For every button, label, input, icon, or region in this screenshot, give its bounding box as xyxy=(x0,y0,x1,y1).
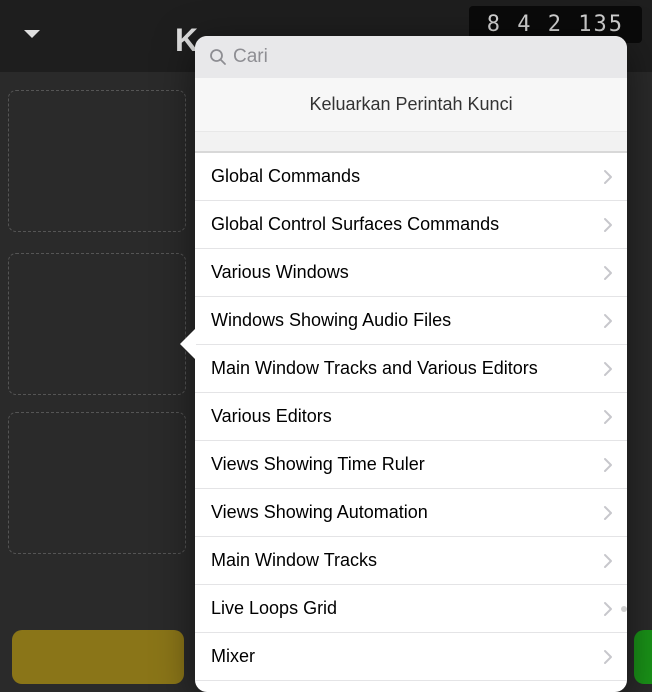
chevron-right-icon xyxy=(603,217,613,233)
key-commands-popover: Keluarkan Perintah Kunci Global Commands… xyxy=(195,36,627,692)
menu-item-label: Various Windows xyxy=(211,262,349,283)
menu-item-main-window-tracks[interactable]: Main Window Tracks xyxy=(195,537,627,585)
track-button-green[interactable] xyxy=(634,630,652,684)
menu-item-main-window-tracks-editors[interactable]: Main Window Tracks and Various Editors xyxy=(195,345,627,393)
chevron-right-icon xyxy=(603,265,613,281)
menu-item-label: Mixer xyxy=(211,646,255,667)
menu-item-label: Global Control Surfaces Commands xyxy=(211,214,499,235)
track-button-yellow[interactable] xyxy=(12,630,184,684)
menu-item-views-time-ruler[interactable]: Views Showing Time Ruler xyxy=(195,441,627,489)
menu-item-label: Live Loops Grid xyxy=(211,598,337,619)
chevron-right-icon xyxy=(603,169,613,185)
chevron-right-icon xyxy=(603,601,613,617)
menu-item-views-automation[interactable]: Views Showing Automation xyxy=(195,489,627,537)
chevron-right-icon xyxy=(603,457,613,473)
empty-cell-1[interactable] xyxy=(8,90,186,232)
menu-item-label: Views Showing Time Ruler xyxy=(211,454,425,475)
chevron-right-icon xyxy=(603,553,613,569)
popover-pointer xyxy=(180,328,196,360)
menu-item-label: Global Commands xyxy=(211,166,360,187)
menu-item-label: Main Window Tracks and Various Editors xyxy=(211,358,538,379)
header-spacer xyxy=(195,132,627,152)
empty-cell-3[interactable] xyxy=(8,412,186,554)
empty-cell-2[interactable] xyxy=(8,253,186,395)
chevron-right-icon xyxy=(603,505,613,521)
menu-item-windows-audio-files[interactable]: Windows Showing Audio Files xyxy=(195,297,627,345)
menu-list: Global Commands Global Control Surfaces … xyxy=(195,153,627,681)
search-icon xyxy=(209,48,227,66)
chevron-right-icon xyxy=(603,361,613,377)
popover-title: Keluarkan Perintah Kunci xyxy=(195,78,627,132)
popover-header-section: Keluarkan Perintah Kunci xyxy=(195,78,627,153)
menu-item-global-commands[interactable]: Global Commands xyxy=(195,153,627,201)
menu-item-label: Windows Showing Audio Files xyxy=(211,310,451,331)
menu-item-mixer[interactable]: Mixer xyxy=(195,633,627,681)
chevron-right-icon xyxy=(603,313,613,329)
menu-item-global-control-surfaces[interactable]: Global Control Surfaces Commands xyxy=(195,201,627,249)
search-input[interactable] xyxy=(233,46,613,68)
menu-item-label: Views Showing Automation xyxy=(211,502,428,523)
menu-item-label: Main Window Tracks xyxy=(211,550,377,571)
menu-item-live-loops-grid[interactable]: Live Loops Grid xyxy=(195,585,627,633)
menu-item-label: Various Editors xyxy=(211,406,332,427)
search-bar[interactable] xyxy=(195,36,627,78)
dropdown-arrow-icon[interactable] xyxy=(22,27,42,46)
menu-item-various-editors[interactable]: Various Editors xyxy=(195,393,627,441)
scroll-indicator[interactable] xyxy=(621,606,627,612)
menu-item-various-windows[interactable]: Various Windows xyxy=(195,249,627,297)
chevron-right-icon xyxy=(603,649,613,665)
chevron-right-icon xyxy=(603,409,613,425)
